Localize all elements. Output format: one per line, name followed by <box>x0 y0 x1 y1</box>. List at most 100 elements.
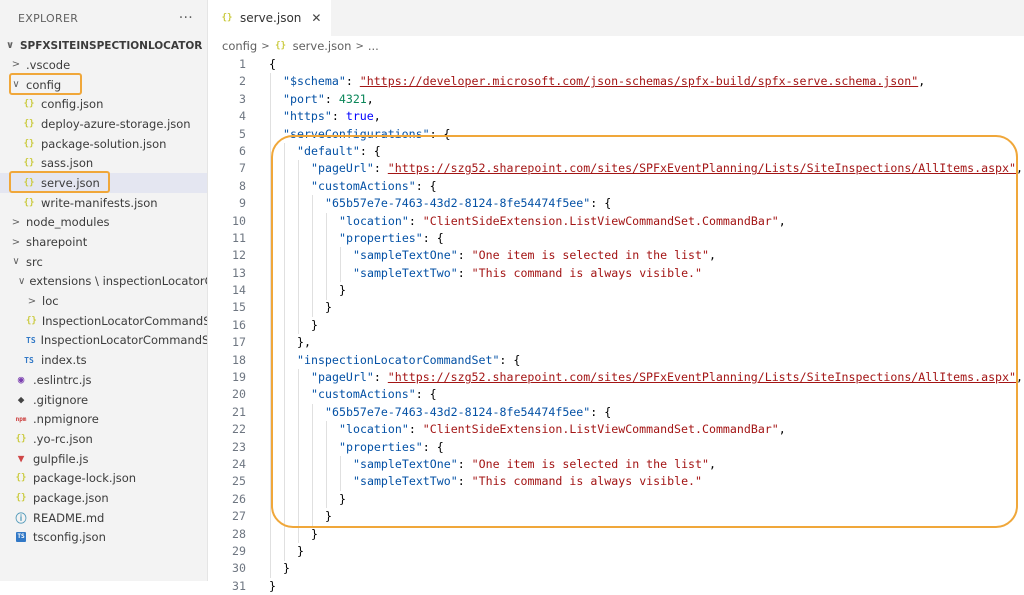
code-line[interactable]: 27} <box>208 508 1024 525</box>
tree-item[interactable]: ⓘ README.md <box>0 508 207 528</box>
line-number: 17 <box>232 335 246 350</box>
code-line[interactable]: 13 "sampleTextTwo": "This command is alwa… <box>208 265 1024 282</box>
code-token: "properties" <box>339 439 423 454</box>
code-token: "One item is selected in the list" <box>471 248 709 263</box>
tree-item-label: README.md <box>33 510 105 525</box>
code-line[interactable]: 26} <box>208 491 1024 508</box>
tab-serve-json[interactable]: {} serve.json ✕ <box>208 0 332 36</box>
tree-item[interactable]: {} serve.json <box>0 173 207 193</box>
code-line[interactable]: 20 "customActions": { <box>208 386 1024 403</box>
code-line[interactable]: 15} <box>208 299 1024 316</box>
code-text: "pageUrl": "https://szg52.sharepoint.com… <box>311 160 1023 177</box>
code-line[interactable]: 22 "location": "ClientSideExtension.ListV… <box>208 421 1024 438</box>
code-line[interactable]: 21 "65b57e7e-7463-43d2-8124-8fe54474f5ee"… <box>208 404 1024 421</box>
code-token: : <box>373 370 388 385</box>
line-number: 27 <box>232 509 246 524</box>
line-number: 28 <box>232 526 246 541</box>
tree-item[interactable]: ∨ src <box>0 252 207 272</box>
code-token: : { <box>422 230 444 245</box>
tree-item[interactable]: > node_modules <box>0 213 207 233</box>
code-line[interactable]: 2 "$schema": "https://developer.microsoft… <box>208 73 1024 90</box>
indent-guide <box>326 212 327 300</box>
close-icon[interactable]: ✕ <box>311 11 321 25</box>
code-line[interactable]: 11 "properties": { <box>208 230 1024 247</box>
code-line[interactable]: 24 "sampleTextOne": "One item is selected… <box>208 456 1024 473</box>
tree-item[interactable]: {} config.json <box>0 94 207 114</box>
code-line[interactable]: 19 "pageUrl": "https://szg52.sharepoint.c… <box>208 369 1024 386</box>
json-file-icon: {} <box>221 13 233 23</box>
code-line[interactable]: 1{ <box>208 56 1024 73</box>
code-line[interactable]: 28} <box>208 526 1024 543</box>
code-line[interactable]: 25 "sampleTextTwo": "This command is alwa… <box>208 473 1024 490</box>
tree-item[interactable]: {} deploy-azure-storage.json <box>0 114 207 134</box>
tree-item[interactable]: ◉ .eslintrc.js <box>0 370 207 390</box>
tree-item[interactable]: > .vscode <box>0 55 207 75</box>
tree-item-label: node_modules <box>26 215 110 230</box>
code-line[interactable]: 29} <box>208 543 1024 560</box>
npm-icon: npm <box>15 415 27 423</box>
breadcrumb-folder[interactable]: config <box>222 39 257 53</box>
code-token: { <box>269 57 276 71</box>
tree-item-label: .yo-rc.json <box>33 431 93 446</box>
code-editor[interactable]: 1{2 "$schema": "https://developer.microso… <box>208 56 1024 595</box>
code-line[interactable]: 30} <box>208 560 1024 577</box>
tree-item[interactable]: TS InspectionLocatorCommandS... <box>0 331 207 351</box>
code-line[interactable]: 12 "sampleTextOne": "One item is selected… <box>208 247 1024 264</box>
code-line[interactable]: 6 "default": { <box>208 143 1024 160</box>
tree-item[interactable]: TS tsconfig.json <box>0 528 207 548</box>
line-number: 31 <box>232 578 246 593</box>
tree-item[interactable]: {} InspectionLocatorCommandS... <box>0 311 207 331</box>
line-number: 6 <box>239 143 246 158</box>
code-line[interactable]: 18 "inspectionLocatorCommandSet": { <box>208 352 1024 369</box>
code-text: "location": "ClientSideExtension.ListVie… <box>339 421 786 438</box>
tree-item[interactable]: > loc <box>0 291 207 311</box>
code-line[interactable]: 23 "properties": { <box>208 439 1024 456</box>
code-token: : <box>331 109 346 124</box>
code-line[interactable]: 5 "serveConfigurations": { <box>208 126 1024 143</box>
tree-item[interactable]: {} sass.json <box>0 153 207 173</box>
indent-guide <box>340 247 341 283</box>
tree-item-label: .eslintrc.js <box>33 372 92 387</box>
code-token: "https://szg52.sharepoint.com/sites/SPFx… <box>387 370 1016 385</box>
tree-item[interactable]: {} package.json <box>0 488 207 508</box>
tree-item[interactable]: {} package-lock.json <box>0 468 207 488</box>
code-line[interactable]: 3 "port": 4321, <box>208 91 1024 108</box>
code-token: , <box>778 422 786 437</box>
tree-item-label: InspectionLocatorCommandS... <box>41 313 207 328</box>
tree-item[interactable]: {} package-solution.json <box>0 134 207 154</box>
code-line[interactable]: 16} <box>208 317 1024 334</box>
code-line[interactable]: 17}, <box>208 334 1024 351</box>
code-token: : { <box>590 404 612 419</box>
code-token: "location" <box>339 422 409 437</box>
tree-item[interactable]: {} write-manifests.json <box>0 193 207 213</box>
code-text: } <box>339 491 346 508</box>
workspace-root[interactable]: ∨ SPFXSITEINSPECTIONLOCATOR <box>0 36 207 55</box>
indent-guide <box>298 160 299 335</box>
code-line[interactable]: 10 "location": "ClientSideExtension.ListV… <box>208 213 1024 230</box>
tree-item[interactable]: > sharepoint <box>0 232 207 252</box>
breadcrumb-symbol[interactable]: ... <box>368 39 379 53</box>
code-token: "pageUrl" <box>311 161 374 176</box>
tree-item[interactable]: TS index.ts <box>0 350 207 370</box>
tree-item[interactable]: ◆ .gitignore <box>0 390 207 410</box>
tree-item-label: index.ts <box>41 353 87 368</box>
tree-item[interactable]: {} .yo-rc.json <box>0 429 207 449</box>
code-token: "65b57e7e-7463-43d2-8124-8fe54474f5ee" <box>325 196 591 211</box>
json-file-icon: {} <box>23 158 35 169</box>
code-line[interactable]: 9 "65b57e7e-7463-43d2-8124-8fe54474f5ee":… <box>208 195 1024 212</box>
code-line[interactable]: 31} <box>208 578 1024 595</box>
tree-item[interactable]: ∨ config <box>0 75 207 95</box>
more-actions-icon[interactable]: ··· <box>179 10 193 26</box>
tree-item[interactable]: ▼ gulpfile.js <box>0 449 207 469</box>
tree-item[interactable]: ∨ extensions \ inspectionLocatorC... <box>0 272 207 292</box>
code-line[interactable]: 4 "https": true, <box>208 108 1024 125</box>
code-line[interactable]: 7 "pageUrl": "https://szg52.sharepoint.co… <box>208 160 1024 177</box>
breadcrumb-file[interactable]: serve.json <box>293 39 352 53</box>
tree-item[interactable]: npm .npmignore <box>0 409 207 429</box>
code-text: "https": true, <box>283 108 381 125</box>
line-number: 29 <box>232 543 246 558</box>
code-text: "serveConfigurations": { <box>283 126 451 143</box>
code-line[interactable]: 14} <box>208 282 1024 299</box>
code-line[interactable]: 8 "customActions": { <box>208 178 1024 195</box>
json-file-icon: {} <box>23 197 35 208</box>
